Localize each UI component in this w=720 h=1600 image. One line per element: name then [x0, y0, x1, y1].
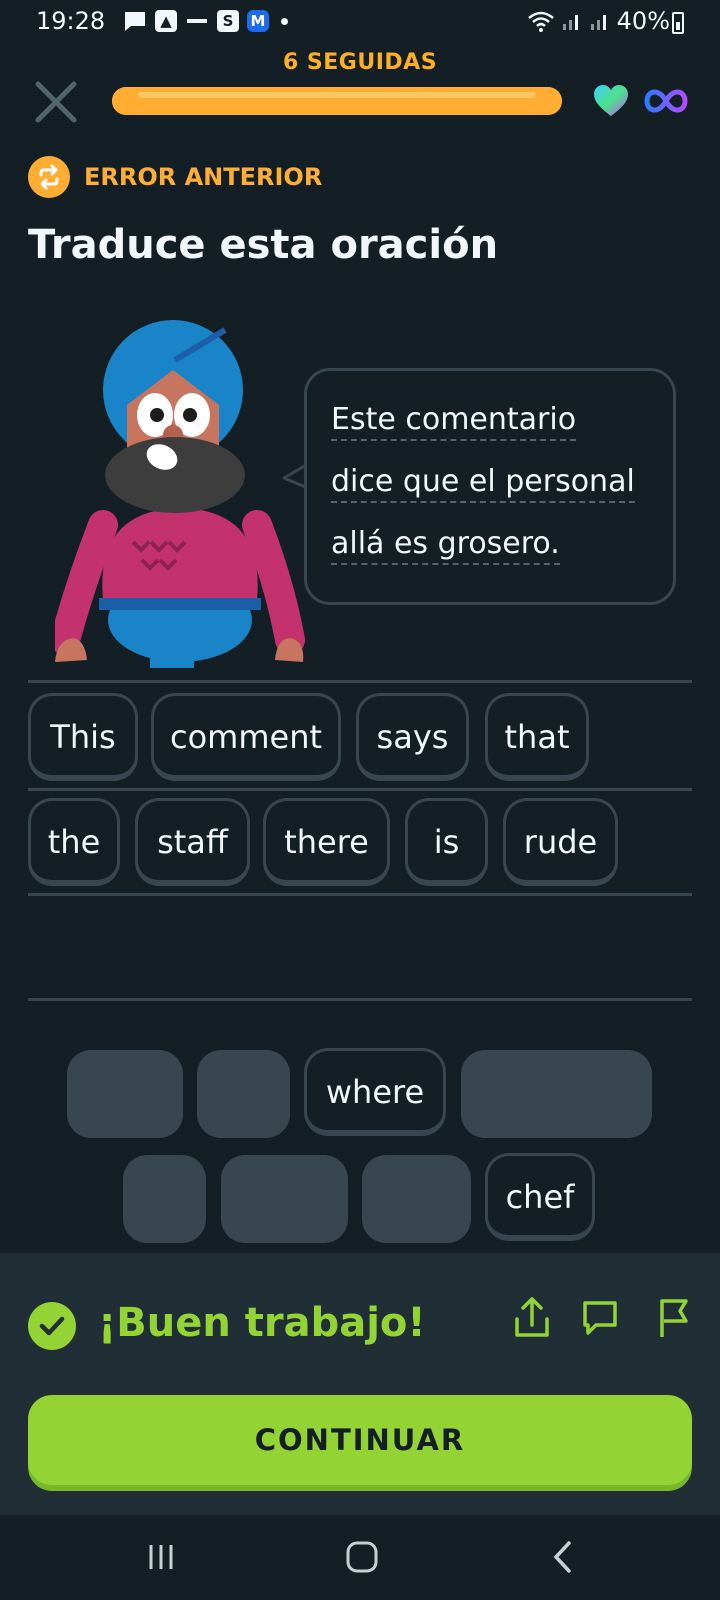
app-notification-icon: S [217, 10, 239, 32]
more-notifications-icon [281, 17, 288, 25]
answer-word-chip[interactable]: says [356, 693, 469, 781]
system-status: 40% [527, 7, 670, 35]
close-icon[interactable] [34, 80, 78, 124]
used-word-slot [461, 1050, 652, 1138]
prompt-speech-bubble: Este comentario dice que el personal all… [304, 368, 676, 605]
progress-shine [138, 92, 536, 98]
answer-word-chip[interactable]: the [28, 798, 120, 886]
battery-icon [672, 12, 684, 34]
streak-label: 6 SEGUIDAS [282, 50, 438, 75]
feedback-message: ¡Buen trabajo! [98, 1300, 426, 1346]
app-notification-icon [187, 19, 207, 23]
signal-icon [590, 15, 606, 30]
check-icon [28, 1302, 76, 1350]
repeat-icon [28, 156, 70, 198]
flag-icon[interactable] [652, 1295, 692, 1339]
recent-apps-icon[interactable] [136, 1535, 186, 1579]
previous-error-label: ERROR ANTERIOR [84, 163, 323, 191]
used-word-slot [123, 1155, 206, 1243]
battery-percent: 40% [616, 7, 670, 35]
character-illustration [55, 320, 305, 668]
answer-word-chip[interactable]: rude [503, 798, 618, 886]
answer-line [28, 680, 692, 683]
wifi-icon [527, 11, 554, 32]
used-word-slot [221, 1155, 348, 1243]
back-icon[interactable] [538, 1535, 588, 1579]
answer-line [28, 788, 692, 791]
answer-word-chip[interactable]: This [28, 693, 138, 781]
prompt-text[interactable]: Este comentario [331, 402, 577, 441]
comment-icon[interactable] [580, 1295, 620, 1339]
message-icon [125, 12, 145, 31]
lesson-progress-bar [112, 87, 562, 115]
prompt-line: Este comentario [331, 389, 649, 451]
used-word-slot [362, 1155, 471, 1243]
share-icon[interactable] [512, 1295, 552, 1339]
system-nav-bar [0, 1515, 720, 1600]
continue-button[interactable]: CONTINUAR [28, 1395, 692, 1485]
home-icon[interactable] [337, 1535, 387, 1579]
answer-word-chip[interactable]: staff [135, 798, 250, 886]
answer-word-chip[interactable]: there [263, 798, 390, 886]
exercise-title: Traduce esta oración [28, 222, 499, 268]
heart-icon[interactable] [593, 84, 629, 118]
signal-icon [562, 15, 578, 30]
notification-icons: ▲ S M [123, 10, 288, 32]
previous-error-badge: ERROR ANTERIOR [28, 156, 322, 198]
answer-line [28, 893, 692, 896]
app-notification-icon: M [247, 10, 269, 32]
answer-word-chip[interactable]: that [485, 693, 589, 781]
used-word-slot [67, 1050, 183, 1138]
prompt-line: dice que el personal [331, 451, 649, 513]
word-bank-chip[interactable]: where [304, 1048, 446, 1136]
prompt-text[interactable]: allá es grosero. [331, 526, 560, 565]
infinity-icon[interactable] [644, 86, 688, 116]
app-notification-icon: ▲ [155, 10, 177, 32]
prompt-text[interactable]: dice que el personal [331, 464, 635, 503]
answer-word-chip[interactable]: is [405, 798, 488, 886]
status-bar: 19:28 ▲ S M 40% [0, 0, 720, 46]
lesson-screen: 19:28 ▲ S M 40% 6 SEGUIDAS ERROR ANTERIO… [0, 0, 720, 1600]
answer-word-chip[interactable]: comment [151, 693, 341, 781]
used-word-slot [197, 1050, 290, 1138]
status-time: 19:28 [36, 7, 106, 35]
prompt-line: allá es grosero. [331, 513, 649, 575]
answer-line [28, 998, 692, 1001]
word-bank-chip[interactable]: chef [485, 1153, 595, 1241]
